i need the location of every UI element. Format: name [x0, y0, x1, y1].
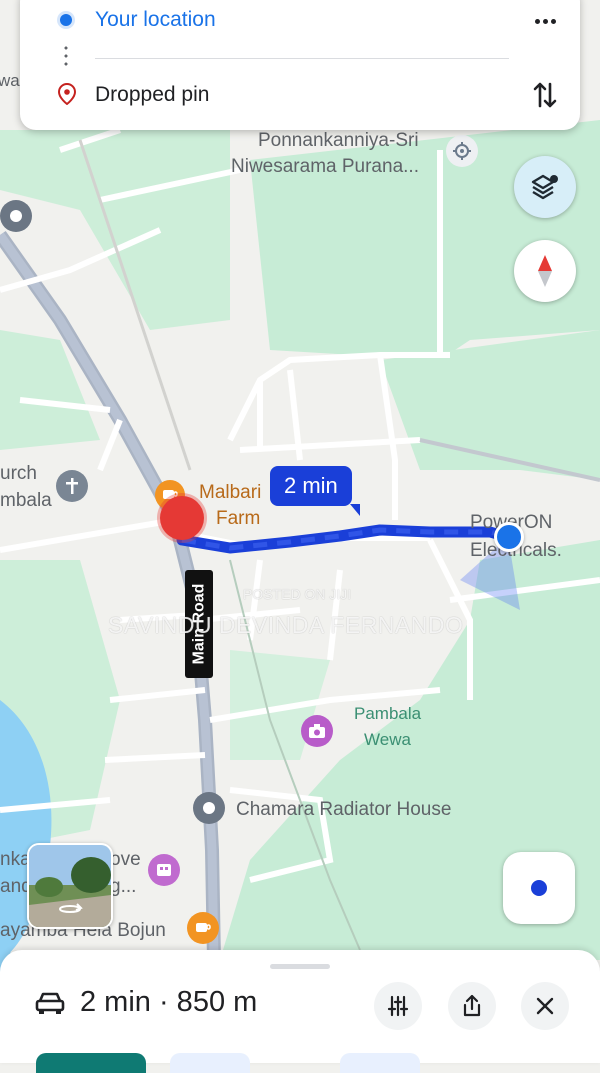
my-location-button[interactable]	[503, 852, 575, 924]
route-time-text: 2 min	[284, 473, 338, 498]
tune-icon	[387, 995, 409, 1017]
field-divider	[95, 58, 509, 59]
destination-field[interactable]: Dropped pin	[95, 83, 209, 107]
food-poi-icon[interactable]	[187, 912, 219, 944]
route-time-badge[interactable]: 2 min	[270, 466, 352, 506]
share-icon	[463, 994, 481, 1017]
destination-pin-icon[interactable]	[160, 496, 204, 540]
more-options-icon[interactable]	[530, 6, 560, 36]
compass-icon	[538, 255, 552, 287]
map-label-church-2: mbala	[0, 490, 52, 511]
route-badge-tail	[350, 504, 360, 516]
dropped-pin-icon	[57, 82, 77, 110]
street-view-rotate-icon	[57, 901, 83, 915]
bottom-sheet[interactable]: 2 min · 850 m	[0, 950, 600, 1073]
action-button-peek-2[interactable]	[340, 1053, 420, 1073]
map-label-grove-b: ove	[110, 849, 141, 870]
church-poi-icon[interactable]	[56, 470, 88, 502]
hotel-poi-icon[interactable]	[148, 854, 180, 886]
action-button-peek-1[interactable]	[170, 1053, 250, 1073]
watermark-author: SAVINDU DEVINDA FERNANDO	[108, 612, 464, 638]
origin-dot-icon	[60, 14, 72, 26]
sheet-handle[interactable]	[270, 964, 330, 969]
compass-button[interactable]	[514, 240, 576, 302]
close-button[interactable]	[521, 982, 569, 1030]
map-label-ponnankanniya: Ponnankanniya-Sri	[258, 130, 419, 151]
close-icon	[536, 997, 554, 1015]
map-label-edge-wa: wa	[0, 71, 20, 90]
map-label-chamara: Chamara Radiator House	[236, 799, 452, 820]
generic-poi-icon[interactable]	[0, 200, 32, 232]
swap-directions-icon[interactable]	[532, 80, 558, 115]
map-label-ponnankanniya-2: Niwesarama Purana...	[231, 156, 419, 177]
map-label-grove-2b: g...	[110, 876, 137, 897]
watermark-posted: POSTED ON JIJI	[243, 586, 352, 602]
edge-fragment	[578, 72, 600, 94]
layers-button[interactable]	[514, 156, 576, 218]
my-location-icon	[531, 880, 547, 896]
map-label-pambala-2: Wewa	[364, 730, 411, 749]
temple-poi-icon[interactable]	[446, 135, 478, 167]
repair-poi-icon[interactable]	[193, 792, 225, 824]
map-label-malbari: Malbari	[199, 482, 262, 503]
trip-summary: 2 min · 850 m	[80, 986, 258, 1018]
street-view-thumbnail[interactable]	[27, 843, 113, 929]
map-label-church: urch	[0, 463, 37, 484]
route-options-button[interactable]	[374, 982, 422, 1030]
route-connector-dots	[64, 44, 68, 68]
share-button[interactable]	[448, 982, 496, 1030]
camera-poi-icon[interactable]	[301, 715, 333, 747]
map-label-pambala: Pambala	[354, 704, 422, 723]
start-button-peek[interactable]	[36, 1053, 146, 1073]
current-location-dot	[494, 522, 524, 552]
car-icon	[34, 990, 66, 1021]
map-label-malbari-2: Farm	[216, 508, 261, 529]
origin-field[interactable]: Your location	[95, 8, 216, 32]
route-card: Your location Dropped pin	[20, 0, 580, 130]
layers-icon	[531, 174, 558, 200]
